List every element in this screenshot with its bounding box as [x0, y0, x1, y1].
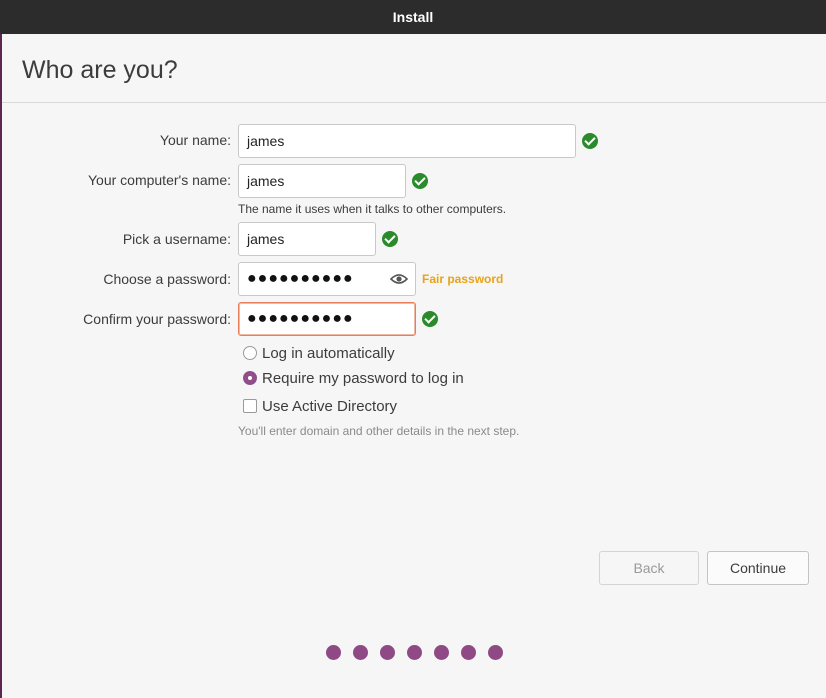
computer-name-label: Your computer's name:: [87, 172, 231, 188]
active-directory-checkbox[interactable]: [243, 399, 257, 413]
computer-name-hint: The name it uses when it talks to other …: [238, 202, 507, 216]
password-label: Choose a password:: [103, 271, 231, 287]
confirm-password-input[interactable]: ●●●●●●●●●●: [238, 302, 416, 336]
require-password-radio[interactable]: [243, 371, 257, 385]
progress-dot: [326, 645, 341, 660]
progress-dot: [461, 645, 476, 660]
active-directory-hint: You'll enter domain and other details in…: [238, 424, 520, 438]
username-valid-icon: [382, 231, 398, 247]
your-name-valid-icon: [582, 133, 598, 149]
active-directory-label[interactable]: Use Active Directory: [262, 398, 397, 415]
your-name-input[interactable]: james: [238, 124, 576, 158]
back-button[interactable]: Back: [599, 551, 699, 585]
your-name-label: Your name:: [159, 132, 231, 148]
login-automatically-label[interactable]: Log in automatically: [262, 345, 395, 362]
window-title-bar: Install: [0, 0, 826, 34]
progress-dot: [488, 645, 503, 660]
confirm-password-valid-icon: [422, 311, 438, 327]
username-input[interactable]: james: [238, 222, 376, 256]
computer-name-valid-icon: [412, 173, 428, 189]
password-strength-label: Fair password: [422, 272, 504, 286]
progress-dot: [434, 645, 449, 660]
username-label: Pick a username:: [122, 231, 231, 247]
progress-dot: [407, 645, 422, 660]
login-automatically-radio[interactable]: [243, 346, 257, 360]
continue-button[interactable]: Continue: [707, 551, 809, 585]
progress-dot: [353, 645, 368, 660]
confirm-password-label: Confirm your password:: [83, 311, 231, 327]
page-title: Who are you?: [22, 56, 178, 84]
require-password-label[interactable]: Require my password to log in: [262, 370, 464, 387]
window-title: Install: [392, 9, 434, 25]
progress-dot: [380, 645, 395, 660]
page-header: Who are you?: [2, 34, 826, 103]
show-password-eye-icon[interactable]: [390, 273, 408, 285]
computer-name-input[interactable]: james: [238, 164, 406, 198]
